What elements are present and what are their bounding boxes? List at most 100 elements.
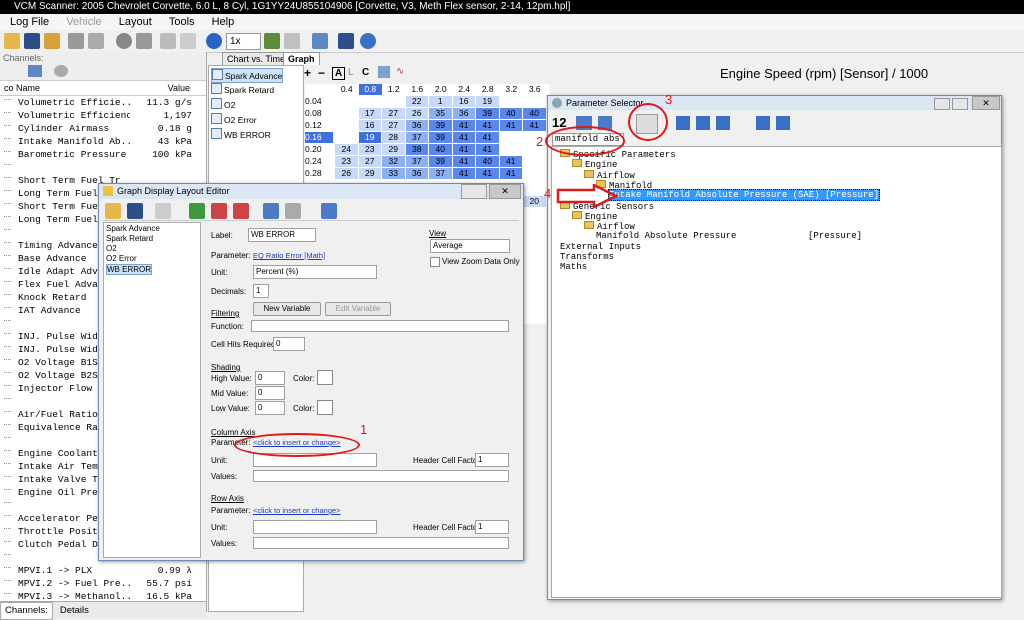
grid-cell[interactable]: 39 xyxy=(429,156,452,167)
grid-cell[interactable] xyxy=(382,96,405,107)
close-button[interactable]: ✕ xyxy=(489,184,521,199)
grid-cell[interactable]: 16 xyxy=(452,96,475,107)
grid-cell[interactable]: 36 xyxy=(405,168,428,179)
parameter-link[interactable]: EQ Ratio Error [Math] xyxy=(253,251,325,260)
channel-row[interactable]: MPVI.2 -> Fuel Pre... 55.7 psi xyxy=(0,577,206,590)
channel-row[interactable] xyxy=(0,161,206,174)
undo-icon[interactable] xyxy=(321,203,337,219)
decimals-input[interactable]: 1 xyxy=(253,284,269,298)
grid-cell[interactable] xyxy=(335,120,358,131)
graph-item[interactable]: O2 Error xyxy=(211,113,257,126)
grid-cell[interactable]: 41 xyxy=(476,132,499,143)
gle-list-item[interactable]: Spark Retard xyxy=(106,234,153,243)
function-input[interactable] xyxy=(251,320,509,332)
info-icon[interactable] xyxy=(360,33,376,49)
grid-cell[interactable] xyxy=(523,156,546,167)
grid-cell[interactable]: 37 xyxy=(429,168,452,179)
grid-cell[interactable]: 35 xyxy=(429,108,452,119)
zoom-checkbox[interactable] xyxy=(430,257,440,267)
gle-list-item-selected[interactable]: WB ERROR xyxy=(106,264,152,275)
zoom-icon[interactable] xyxy=(264,33,280,49)
grid-cell[interactable]: 23 xyxy=(335,156,358,167)
grid-cell[interactable]: 41 xyxy=(452,156,475,167)
tree-node[interactable]: Manifold Absolute Pressure [Pressure] xyxy=(596,231,862,241)
tab-graph[interactable]: Graph xyxy=(283,52,320,65)
grid-cell[interactable]: 39 xyxy=(429,132,452,143)
layout-icon[interactable] xyxy=(312,33,328,49)
grid-cell[interactable]: 41 xyxy=(452,168,475,179)
grid-cell[interactable]: 36 xyxy=(452,108,475,119)
tree-node[interactable]: Engine xyxy=(572,210,617,222)
grid-cell[interactable]: 29 xyxy=(382,144,405,155)
grid-cell[interactable]: 39 xyxy=(476,108,499,119)
graph-item[interactable]: O2 xyxy=(211,98,235,111)
export-icon[interactable] xyxy=(338,33,354,49)
grid-cell[interactable] xyxy=(500,96,523,107)
grid-cell[interactable]: 29 xyxy=(358,168,381,179)
speed-select[interactable]: 1x xyxy=(226,33,261,50)
grid-cell[interactable]: 37 xyxy=(405,132,428,143)
gear-icon[interactable] xyxy=(155,203,171,219)
remove-graph-icon[interactable] xyxy=(211,203,227,219)
wave-icon[interactable]: ∿ xyxy=(396,66,408,78)
sync-icon[interactable] xyxy=(180,33,196,49)
gear-icon[interactable] xyxy=(54,65,68,77)
tab-channels[interactable]: Channels: xyxy=(0,602,53,620)
vehicle2-icon[interactable] xyxy=(88,33,104,49)
channel-row[interactable]: Volumetric Efficiency 1,197 xyxy=(0,109,206,122)
gle-list-item[interactable]: O2 Error xyxy=(106,254,137,263)
move-down-icon[interactable] xyxy=(285,203,301,219)
move-up-icon[interactable] xyxy=(263,203,279,219)
grid-cell[interactable]: 28 xyxy=(382,132,405,143)
minimize-button[interactable] xyxy=(934,98,950,110)
grid-cell[interactable]: 41 xyxy=(452,120,475,131)
grid-cell[interactable]: 41 xyxy=(452,144,475,155)
cell-hits-input[interactable]: 0 xyxy=(273,337,305,351)
low-value-input[interactable]: 0 xyxy=(255,401,285,415)
col-values-input[interactable] xyxy=(253,470,509,482)
high-color-swatch[interactable] xyxy=(317,370,333,385)
label-input[interactable]: WB ERROR xyxy=(248,228,316,242)
grid-cell[interactable]: 24 xyxy=(335,144,358,155)
tree-node[interactable]: Airflow xyxy=(584,169,635,181)
cell-button[interactable]: C xyxy=(362,67,369,78)
grid-cell[interactable] xyxy=(500,144,523,155)
tree-node[interactable]: Transforms xyxy=(560,252,614,262)
menu-layout[interactable]: Layout xyxy=(112,14,159,30)
close-button[interactable]: ✕ xyxy=(972,96,1000,110)
unit-select[interactable]: Percent (%) xyxy=(253,265,377,279)
folder-icon[interactable] xyxy=(44,33,60,49)
add-graph-icon[interactable] xyxy=(189,203,205,219)
edit-variable-button[interactable]: Edit Variable xyxy=(325,302,391,316)
grid-cell[interactable] xyxy=(335,132,358,143)
grid-cell[interactable]: 27 xyxy=(382,108,405,119)
grid-cell[interactable]: 41 xyxy=(523,120,546,131)
row-parameter-link[interactable]: <click to insert or change> xyxy=(253,506,341,515)
grid-cell[interactable]: 23 xyxy=(358,144,381,155)
zoom-in-button[interactable]: + xyxy=(304,66,311,80)
sort-num-icon[interactable] xyxy=(716,116,730,130)
grid-cell[interactable]: 1 xyxy=(429,96,452,107)
gle-list-item[interactable]: Spark Advance xyxy=(106,224,160,233)
grid-cell[interactable]: 39 xyxy=(429,120,452,131)
grid-cell[interactable]: 41 xyxy=(476,120,499,131)
tree-node-selected[interactable]: Intake Manifold Absolute Pressure (SAE) … xyxy=(608,189,881,202)
graph-item[interactable]: Spark Retard xyxy=(211,83,274,96)
channel-row[interactable]: MPVI.1 -> PLX 0.99 λ xyxy=(0,564,206,577)
grid-cell[interactable]: 41 xyxy=(499,168,522,179)
gle-list-item[interactable]: O2 xyxy=(106,244,117,253)
grid-cell[interactable]: 40 xyxy=(476,156,499,167)
tree-node[interactable]: Maths xyxy=(560,262,587,272)
new-variable-button[interactable]: New Variable xyxy=(253,302,321,316)
channel-config-icon[interactable] xyxy=(28,65,42,77)
menu-vehicle[interactable]: Vehicle xyxy=(59,14,108,30)
grid-cell[interactable]: 41 xyxy=(499,156,522,167)
grid-cell[interactable] xyxy=(500,132,523,143)
low-color-swatch[interactable] xyxy=(317,400,333,415)
save-icon[interactable] xyxy=(24,33,40,49)
menu-tools[interactable]: Tools xyxy=(162,14,202,30)
play-icon[interactable] xyxy=(206,33,222,49)
grid-cell[interactable] xyxy=(523,168,546,179)
grid-cell[interactable]: 41 xyxy=(476,144,499,155)
menu-log-file[interactable]: Log File xyxy=(0,14,56,30)
